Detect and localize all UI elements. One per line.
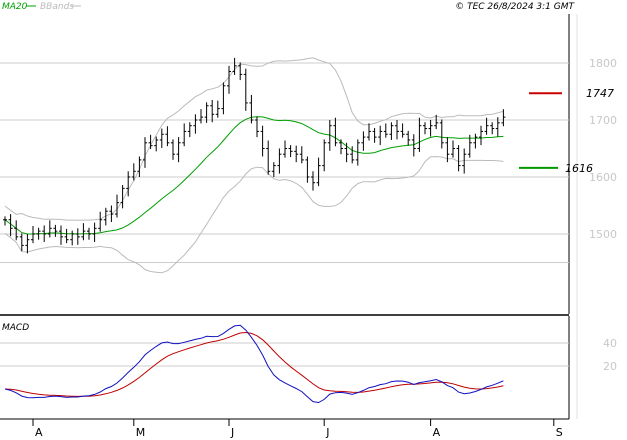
price-bar	[411, 134, 416, 157]
price-bar	[120, 184, 125, 209]
macd-tick-label: 20	[603, 360, 617, 373]
price-bar	[210, 100, 215, 123]
price-bar	[479, 125, 483, 146]
price-bar	[227, 65, 231, 94]
price-bar	[81, 223, 86, 241]
price-bar	[53, 224, 58, 237]
price-bar	[266, 140, 271, 175]
price-bar	[299, 146, 304, 164]
ma20-line-group	[4, 116, 504, 235]
price-bar	[339, 139, 343, 155]
price-bar	[193, 114, 198, 134]
price-bar	[92, 222, 97, 242]
price-bar	[283, 140, 287, 158]
time-tick-label: S	[556, 426, 563, 439]
bollinger-bands	[4, 57, 504, 274]
price-bars	[3, 57, 506, 254]
price-bar	[423, 122, 427, 135]
price-bar	[367, 123, 371, 141]
price-tick-label: 1600	[589, 171, 617, 184]
price-bar	[64, 228, 69, 244]
price-bar	[395, 120, 399, 140]
price-tick-label: 1700	[589, 114, 617, 127]
price-bar	[154, 136, 159, 152]
price-bar	[311, 171, 315, 191]
price-levels: 1747 1616	[519, 87, 614, 175]
price-bar	[456, 145, 461, 172]
price-bar	[70, 230, 75, 246]
price-bar	[417, 117, 422, 152]
price-bar	[14, 220, 19, 241]
price-bar	[182, 123, 187, 147]
price-bar	[333, 117, 338, 147]
price-bar	[383, 123, 388, 138]
price-bar	[75, 228, 80, 245]
time-tick-label: A	[35, 426, 43, 439]
stock-chart: MA20 BBands © TEC 26/8/2024 3:1 GMT 1800…	[0, 2, 617, 439]
bband-upper-line	[4, 57, 504, 221]
price-bar	[389, 122, 394, 140]
time-tick-label: M	[136, 426, 146, 439]
price-bar	[215, 100, 220, 118]
legend-bbands: BBands	[40, 2, 74, 12]
price-bar	[372, 127, 377, 143]
price-bar	[344, 142, 349, 163]
legend-ma20: MA20	[2, 2, 28, 12]
price-bar	[288, 145, 293, 158]
copyright-text: © TEC 26/8/2024 3:1 GMT	[455, 2, 575, 12]
macd-tick-label: 40	[603, 337, 617, 350]
macd-label: MACD	[2, 323, 29, 333]
price-bar	[249, 94, 254, 124]
price-bar	[25, 234, 30, 254]
price-bar	[406, 130, 411, 146]
price-grid	[0, 62, 569, 263]
price-tick-label: 1800	[589, 57, 617, 70]
price-bar	[98, 211, 103, 232]
macd-line	[4, 324, 504, 404]
price-bar	[277, 148, 282, 174]
price-bar	[451, 140, 455, 158]
price-bar	[232, 57, 237, 75]
price-bar	[243, 68, 248, 111]
price-bar	[199, 109, 203, 124]
price-bar	[59, 225, 63, 245]
price-bar	[305, 156, 310, 183]
price-bar	[439, 119, 444, 149]
time-tick-label: J	[230, 426, 234, 439]
price-bar	[165, 126, 170, 147]
price-bar	[221, 82, 226, 115]
macd-axis: 40 20	[603, 337, 617, 373]
price-bar	[473, 133, 478, 149]
price-bar	[490, 122, 495, 135]
price-bar	[260, 125, 265, 157]
price-bar	[361, 131, 366, 151]
resistance-label: 1747	[586, 87, 614, 100]
support-label: 1616	[565, 162, 593, 175]
ma20-line	[4, 116, 504, 235]
price-bar	[47, 220, 52, 238]
macd-lines	[4, 324, 504, 404]
price-bar	[159, 128, 164, 148]
time-tick-label: A	[433, 426, 441, 439]
price-bar	[400, 123, 405, 138]
price-bar	[115, 194, 119, 218]
price-bar	[378, 125, 383, 146]
price-bar	[322, 139, 327, 172]
price-bar	[31, 226, 35, 244]
price-tick-label: 1500	[589, 228, 617, 241]
price-bar	[316, 157, 321, 187]
macd-grid	[0, 342, 569, 367]
price-bar	[176, 137, 181, 163]
price-bar	[171, 139, 175, 160]
price-bar	[187, 122, 192, 138]
time-tick-label: J	[325, 426, 329, 439]
bband-lower-line	[4, 156, 504, 274]
price-bar	[271, 162, 276, 177]
price-bar	[428, 120, 433, 137]
price-axis: 1800 1700 1600 1500	[589, 57, 617, 241]
price-bar	[294, 145, 299, 163]
time-axis: AMJJAS	[32, 419, 563, 439]
